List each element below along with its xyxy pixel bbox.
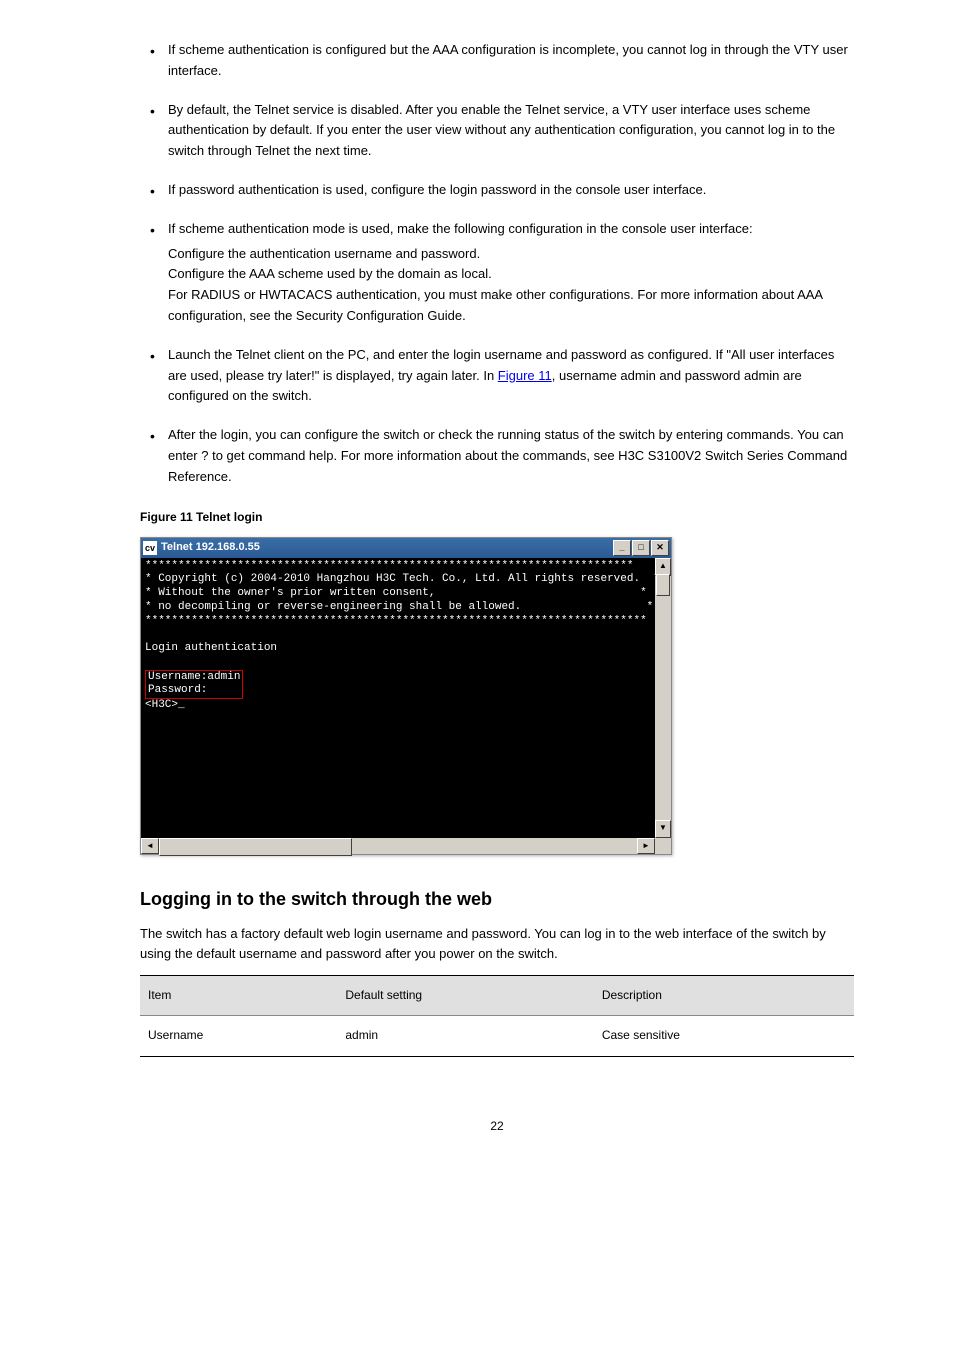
terminal-credentials: Username:admin Password: bbox=[148, 671, 240, 697]
bullet-list: If scheme authentication is configured b… bbox=[140, 40, 854, 488]
table-row: Username admin Case sensitive bbox=[140, 1016, 854, 1056]
bullet-item: After the login, you can configure the s… bbox=[140, 425, 854, 487]
bullet-text: If password authentication is used, conf… bbox=[168, 182, 706, 197]
bullet-item: If scheme authentication mode is used, m… bbox=[140, 219, 854, 327]
table-cell: Username bbox=[140, 1016, 337, 1056]
page-number: 22 bbox=[140, 1117, 854, 1136]
figure-caption: Figure 11 Telnet login bbox=[140, 508, 854, 527]
terminal-body: ****************************************… bbox=[141, 558, 671, 842]
table-cell: admin bbox=[337, 1016, 593, 1056]
section-heading: Logging in to the switch through the web bbox=[140, 885, 854, 914]
close-button[interactable]: ✕ bbox=[651, 540, 669, 556]
scroll-track bbox=[159, 838, 637, 854]
bullet-item: If password authentication is used, conf… bbox=[140, 180, 854, 201]
scroll-left-icon[interactable]: ◄ bbox=[141, 838, 159, 854]
vertical-scrollbar[interactable]: ▲ ▼ bbox=[655, 558, 671, 838]
horizontal-scrollbar[interactable]: ◄ ► bbox=[141, 838, 671, 854]
scroll-down-icon[interactable]: ▼ bbox=[655, 820, 671, 838]
terminal-blank bbox=[145, 628, 667, 642]
table-header: Default setting bbox=[337, 976, 593, 1016]
bullet-text: If scheme authentication is configured b… bbox=[168, 42, 848, 78]
settings-table: Item Default setting Description Usernam… bbox=[140, 975, 854, 1056]
maximize-button[interactable]: □ bbox=[632, 540, 650, 556]
scroll-right-icon[interactable]: ► bbox=[637, 838, 655, 854]
window-icon: cv bbox=[143, 541, 157, 555]
terminal-blank2 bbox=[145, 656, 667, 670]
terminal-window: cv Telnet 192.168.0.55 _ □ ✕ ***********… bbox=[140, 537, 672, 855]
bullet-text: If scheme authentication mode is used, m… bbox=[168, 221, 753, 236]
minimize-button[interactable]: _ bbox=[613, 540, 631, 556]
bullet-item: Launch the Telnet client on the PC, and … bbox=[140, 345, 854, 407]
bullet-text: After the login, you can configure the s… bbox=[168, 427, 847, 484]
bullet-text: By default, the Telnet service is disabl… bbox=[168, 102, 835, 159]
bullet-item: By default, the Telnet service is disabl… bbox=[140, 100, 854, 162]
table-header: Description bbox=[594, 976, 854, 1016]
table-cell: Case sensitive bbox=[594, 1016, 854, 1056]
terminal-body-wrapper: ****************************************… bbox=[141, 558, 671, 854]
credentials-highlight: Username:admin Password: bbox=[145, 670, 243, 700]
terminal-login-auth: Login authentication bbox=[145, 642, 667, 656]
window-buttons: _ □ ✕ bbox=[613, 540, 669, 556]
window-titlebar: cv Telnet 192.168.0.55 _ □ ✕ bbox=[141, 538, 671, 558]
resize-grip-icon[interactable] bbox=[655, 838, 671, 854]
table-header-row: Item Default setting Description bbox=[140, 976, 854, 1016]
bullet-sub: Configure the authentication username an… bbox=[168, 244, 854, 327]
figure-link[interactable]: Figure 11 bbox=[498, 368, 552, 383]
terminal-prompt: <H3C>_ bbox=[145, 699, 667, 713]
scroll-thumb-h[interactable] bbox=[159, 838, 352, 856]
window-title: Telnet 192.168.0.55 bbox=[161, 539, 613, 557]
table-header: Item bbox=[140, 976, 337, 1016]
scroll-thumb[interactable] bbox=[656, 574, 670, 596]
terminal-banner: ****************************************… bbox=[145, 560, 667, 629]
bullet-item: If scheme authentication is configured b… bbox=[140, 40, 854, 82]
section-paragraph: The switch has a factory default web log… bbox=[140, 924, 854, 966]
